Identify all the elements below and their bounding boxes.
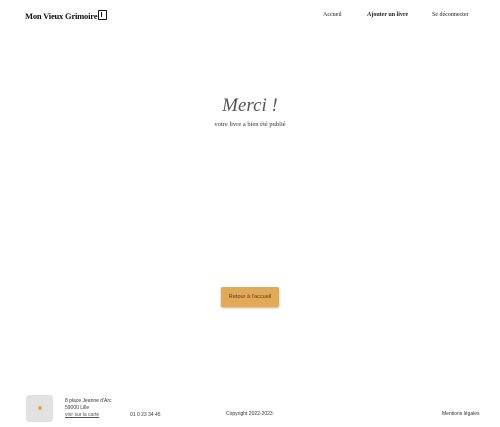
- map-pin-icon: [38, 406, 42, 410]
- map-thumbnail[interactable]: [26, 395, 53, 422]
- logo-text: Mon Vieux Grimoire: [25, 11, 98, 21]
- phone-number: 01 0 23 34 45: [130, 412, 161, 418]
- confirmation-message: votre livre a bien été publié: [214, 121, 286, 128]
- legal-notice-link[interactable]: Mentions légales: [442, 411, 480, 417]
- nav-add-book-link[interactable]: Ajouter un livre: [367, 12, 408, 18]
- nav-home-link[interactable]: Accueil: [323, 12, 342, 18]
- copyright-text: Copyright 2022-2023: [226, 411, 273, 417]
- back-home-button[interactable]: Retour à l'accueil: [221, 287, 279, 307]
- address-line-2: 59000 Lille: [65, 405, 90, 411]
- page-title: Merci !: [222, 95, 278, 116]
- address-line-1: 8 place Jeanne d'Arc: [65, 398, 112, 404]
- site-logo[interactable]: Mon Vieux Grimoire: [25, 10, 108, 21]
- nav-logout-link[interactable]: Se déconnecter: [432, 12, 468, 18]
- book-icon: [98, 10, 108, 20]
- site-header: Mon Vieux Grimoire Accueil Ajouter un li…: [0, 0, 500, 34]
- map-link[interactable]: voir sur la carte: [65, 412, 99, 418]
